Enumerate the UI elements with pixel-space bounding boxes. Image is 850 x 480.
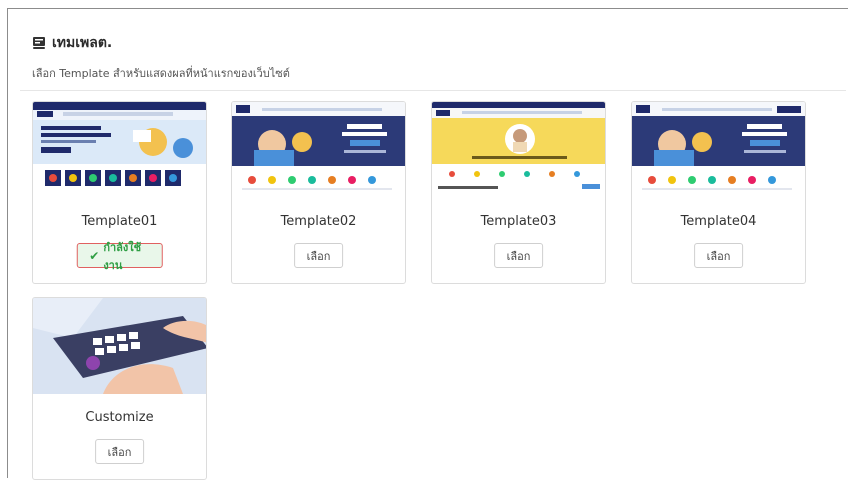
template-name: Template02 (280, 214, 357, 229)
template-thumbnail (632, 102, 805, 198)
select-button[interactable]: เลือก (493, 243, 544, 268)
template-thumbnail (232, 102, 405, 198)
template-name: Customize (85, 410, 154, 425)
template-card-04[interactable]: Template04 เลือก (631, 101, 806, 284)
template-card-01[interactable]: Template01 ✔ กำลังใช้งาน (32, 101, 207, 284)
template-name: Template03 (480, 214, 557, 229)
select-button[interactable]: เลือก (693, 243, 744, 268)
select-button[interactable]: เลือก (293, 243, 344, 268)
template-card-03[interactable]: Template03 เลือก (431, 101, 606, 284)
template-card-02[interactable]: Template02 เลือก (231, 101, 406, 284)
page-header: เทมเพลต. (32, 32, 112, 54)
customize-thumbnail (33, 298, 206, 394)
check-icon: ✔ (89, 248, 100, 263)
active-status-button[interactable]: ✔ กำลังใช้งาน (76, 241, 163, 272)
template-thumbnail (33, 102, 206, 198)
template-card-customize[interactable]: Customize เลือก (32, 297, 207, 480)
template-name: Template04 (680, 214, 757, 229)
template-icon (33, 37, 45, 49)
template-name: Template01 (81, 214, 158, 229)
header-divider (20, 90, 846, 91)
select-button[interactable]: เลือก (94, 439, 145, 464)
active-label: กำลังใช้งาน (103, 240, 142, 272)
page-subtitle: เลือก Template สำหรับแสดงผลที่หน้าแรกของ… (32, 67, 290, 80)
page-title: เทมเพลต. (52, 35, 113, 51)
template-thumbnail (432, 102, 605, 198)
